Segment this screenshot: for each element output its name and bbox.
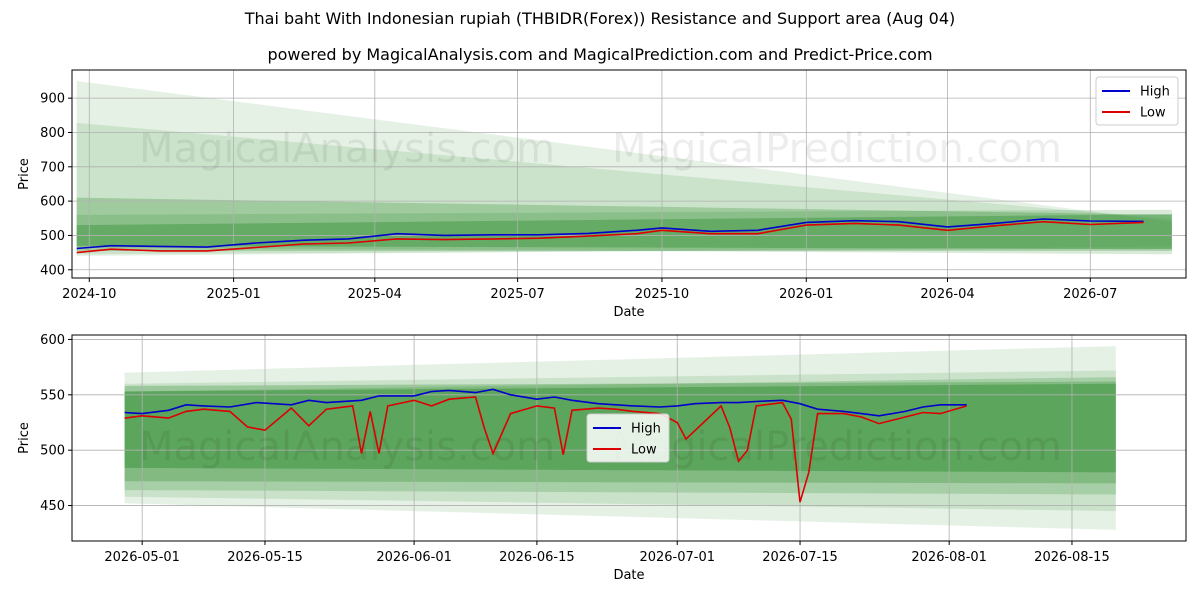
watermark-text: MagicalAnalysis.com xyxy=(139,424,555,470)
x-tick-label: 2026-08-01 xyxy=(911,550,987,565)
watermark-text: MagicalAnalysis.com xyxy=(139,126,555,172)
legend-label-high: High xyxy=(631,422,661,437)
x-axis-label: Date xyxy=(613,568,644,583)
legend: High Low xyxy=(1095,76,1179,126)
x-tick-label: 2026-05-15 xyxy=(227,550,303,565)
y-tick-label: 400 xyxy=(40,263,65,278)
y-tick-label: 550 xyxy=(40,388,65,403)
legend: High Low xyxy=(586,413,670,463)
x-tick-label: 2026-04 xyxy=(920,287,974,302)
x-tick-label: 2026-07-01 xyxy=(639,550,715,565)
legend-label-low: Low xyxy=(1140,106,1166,121)
x-axis-label: Date xyxy=(613,305,644,320)
y-tick-label: 500 xyxy=(40,444,65,459)
plot-area: MagicalAnalysis.com MagicalPrediction.com xyxy=(72,70,1186,278)
x-tick-label: 2025-04 xyxy=(348,287,402,302)
legend-label-low: Low xyxy=(631,443,657,458)
y-tick-label: 900 xyxy=(40,92,65,107)
x-tick-label: 2025-01 xyxy=(206,287,260,302)
watermark-text: MagicalPrediction.com xyxy=(612,424,1062,470)
legend-label-high: High xyxy=(1140,85,1170,100)
x-tick-label: 2026-06-01 xyxy=(376,550,452,565)
x-tick-label: 2026-01 xyxy=(779,287,833,302)
x-tick-label: 2026-07-15 xyxy=(762,550,838,565)
x-tick-label: 2025-10 xyxy=(635,287,689,302)
x-tick-label: 2025-07 xyxy=(490,287,544,302)
chart-canvas: MagicalAnalysis.com MagicalPrediction.com… xyxy=(17,69,1187,583)
x-tick-label: 2026-07 xyxy=(1063,287,1117,302)
x-tick-label: 2024-10 xyxy=(62,287,116,302)
y-tick-label: 600 xyxy=(40,333,65,348)
x-tick-label: 2026-06-15 xyxy=(499,550,575,565)
chart-panel-2: MagicalAnalysis.com MagicalPrediction.com… xyxy=(17,333,1187,583)
y-tick-label: 700 xyxy=(40,160,65,175)
y-tick-label: 450 xyxy=(40,499,65,514)
chart-panel-1: MagicalAnalysis.com MagicalPrediction.com… xyxy=(17,69,1187,320)
x-tick-label: 2026-08-15 xyxy=(1034,550,1110,565)
y-axis-label: Price xyxy=(17,158,32,190)
x-tick-label: 2026-05-01 xyxy=(104,550,180,565)
y-tick-label: 500 xyxy=(40,229,65,244)
y-tick-label: 800 xyxy=(40,126,65,141)
y-axis-label: Price xyxy=(17,422,32,454)
watermark-text: MagicalPrediction.com xyxy=(612,126,1062,172)
y-tick-label: 600 xyxy=(40,195,65,210)
